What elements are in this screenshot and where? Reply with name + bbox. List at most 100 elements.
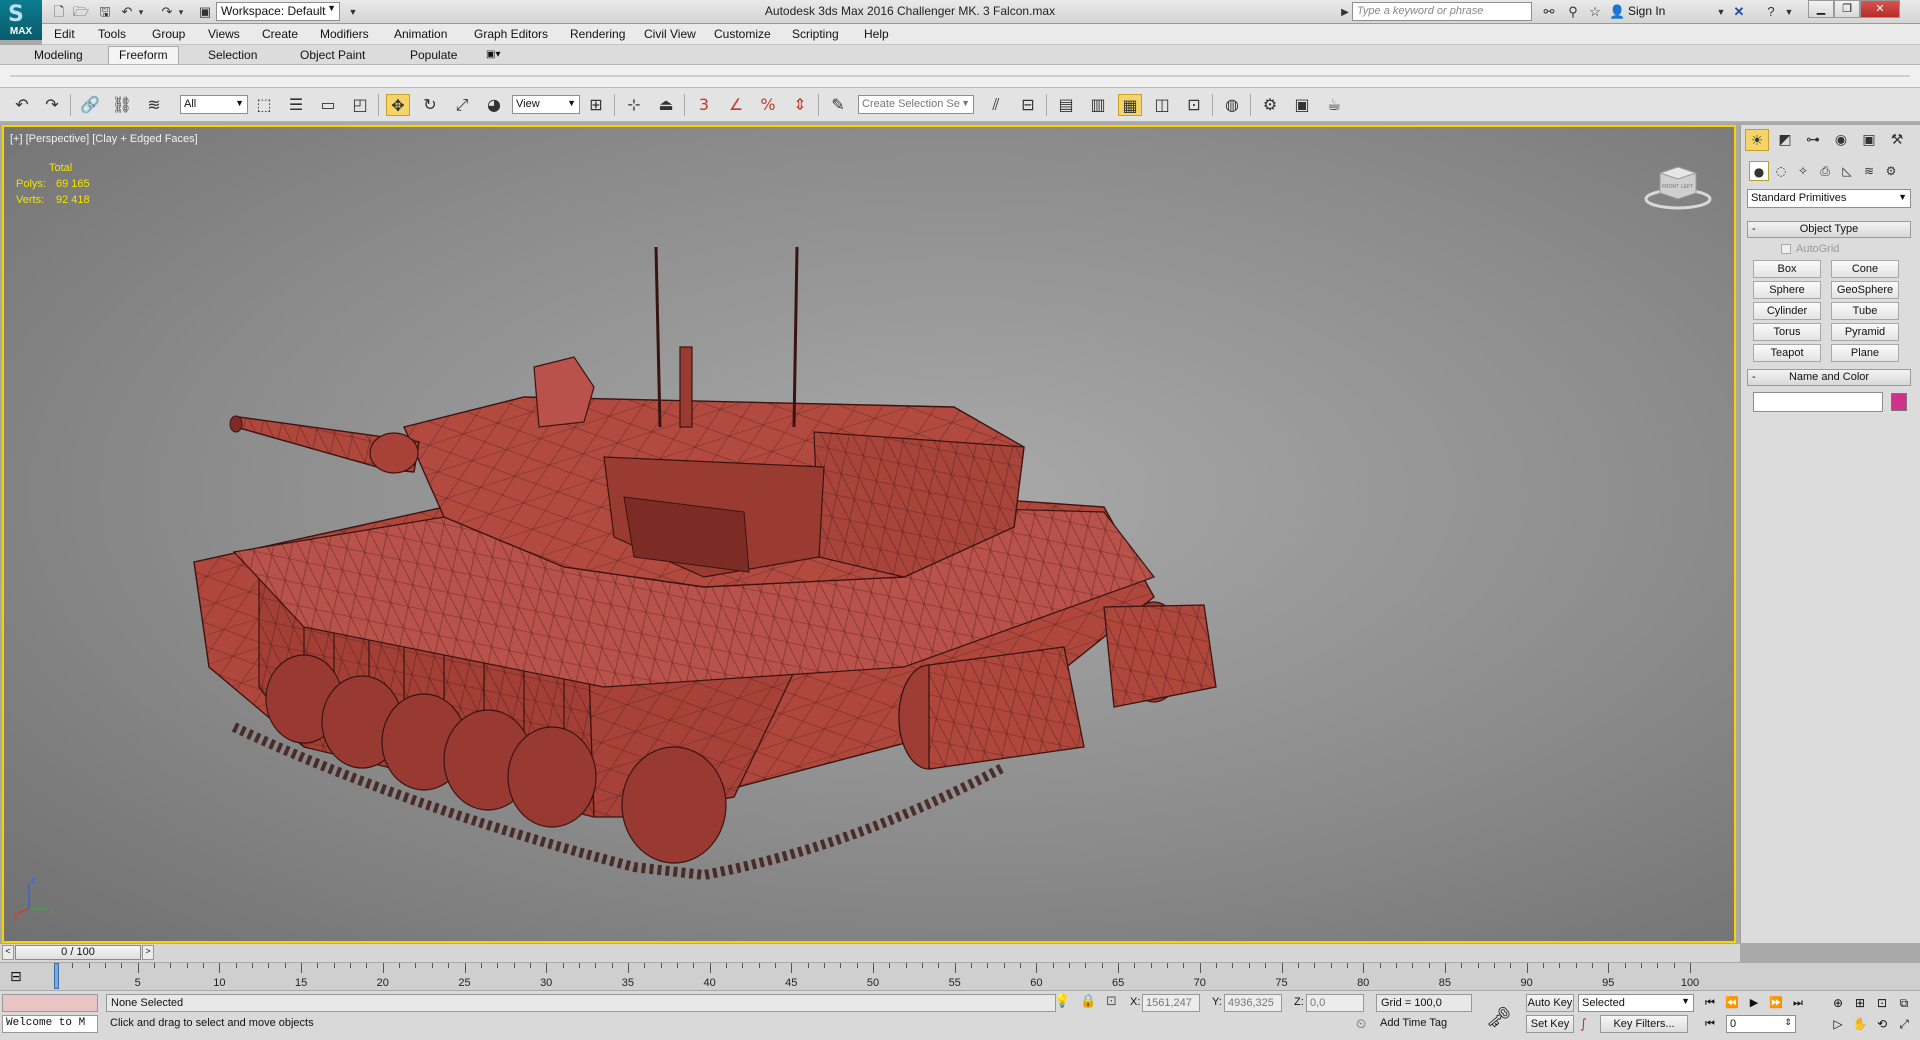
menu-group[interactable]: Group xyxy=(152,27,185,41)
primitive-category-dropdown[interactable]: Standard Primitives ▼ xyxy=(1747,189,1911,208)
menu-rendering[interactable]: Rendering xyxy=(570,27,625,41)
motion-tab-icon[interactable]: ◉ xyxy=(1829,129,1853,151)
menu-tools[interactable]: Tools xyxy=(98,27,126,41)
keyboard-shortcut-override-icon[interactable]: ⏏ xyxy=(654,94,678,116)
render-setup-icon[interactable]: ⚙ xyxy=(1258,94,1282,116)
mirror-icon[interactable]: ⫽ xyxy=(984,94,1008,116)
project-folder-icon[interactable]: ▣ xyxy=(196,3,214,21)
teapot-button[interactable]: Teapot xyxy=(1753,344,1821,362)
binoculars-icon[interactable]: ⚯ xyxy=(1540,3,1558,21)
space-warps-icon[interactable]: ≋ xyxy=(1859,161,1879,181)
set-keys-key-icon[interactable]: 🗝 xyxy=(1486,1005,1511,1029)
isolate-selection-icon[interactable]: 💡 xyxy=(1054,994,1070,1009)
y-coord-field[interactable]: 4936,325 xyxy=(1224,994,1282,1012)
selection-lock-icon[interactable]: 🔒 xyxy=(1080,994,1096,1009)
default-tangent-icon[interactable]: ∫ xyxy=(1580,1017,1587,1032)
ribbon-options-icon[interactable]: ▣▾ xyxy=(480,47,506,65)
zoom-icon[interactable]: ⊕ xyxy=(1828,994,1848,1012)
selection-filter-dropdown[interactable]: All ▼ xyxy=(180,95,248,114)
set-key-button[interactable]: Set Key xyxy=(1526,1015,1574,1033)
pivot-point-center-icon[interactable]: ⊞ xyxy=(584,94,608,116)
cylinder-button[interactable]: Cylinder xyxy=(1753,302,1821,320)
select-object-icon[interactable]: ⬚ xyxy=(252,94,276,116)
select-and-scale-icon[interactable]: ⤢ xyxy=(450,94,474,116)
systems-gear-icon[interactable]: ⚙ xyxy=(1881,161,1901,181)
toggle-ribbon-icon[interactable]: ▦ xyxy=(1118,94,1142,116)
open-file-icon[interactable]: 🗁 xyxy=(72,3,90,21)
percent-snap-icon[interactable]: % xyxy=(756,94,780,116)
lights-icon[interactable]: ✧ xyxy=(1793,161,1813,181)
bind-to-space-warp-icon[interactable]: ≋ xyxy=(142,94,166,116)
align-icon[interactable]: ⊟ xyxy=(1016,94,1040,116)
sphere-button[interactable]: Sphere xyxy=(1753,281,1821,299)
tank-model[interactable] xyxy=(4,127,1734,941)
select-and-move-icon[interactable]: ✥ xyxy=(386,94,410,116)
tab-modeling[interactable]: Modeling xyxy=(24,47,93,65)
zoom-extents-all-icon[interactable]: ⧉ xyxy=(1894,994,1914,1012)
rendered-frame-window-icon[interactable]: ▣ xyxy=(1290,94,1314,116)
select-and-rotate-icon[interactable]: ↻ xyxy=(418,94,442,116)
menu-create[interactable]: Create xyxy=(262,27,298,41)
window-crossing-icon[interactable]: ◰ xyxy=(348,94,372,116)
previous-frame-icon[interactable]: ⏪ xyxy=(1722,994,1742,1012)
save-file-icon[interactable]: 🖫 xyxy=(96,3,114,21)
menu-customize[interactable]: Customize xyxy=(714,27,771,41)
modify-tab-icon[interactable]: ◩ xyxy=(1773,129,1797,151)
tab-freeform[interactable]: Freeform xyxy=(108,46,179,64)
search-input[interactable]: Type a keyword or phrase xyxy=(1352,2,1532,21)
display-tab-icon[interactable]: ▣ xyxy=(1857,129,1881,151)
tube-button[interactable]: Tube xyxy=(1831,302,1899,320)
geosphere-button[interactable]: GeoSphere xyxy=(1831,281,1899,299)
user-icon[interactable]: 👤 xyxy=(1608,3,1626,21)
unlink-selection-icon[interactable]: ⛓ xyxy=(110,94,134,116)
menu-animation[interactable]: Animation xyxy=(394,27,447,41)
menu-scripting[interactable]: Scripting xyxy=(792,27,839,41)
utilities-tab-hammer-icon[interactable]: ⚒ xyxy=(1885,129,1909,151)
plane-button[interactable]: Plane xyxy=(1831,344,1899,362)
app-logo-button[interactable]: S MAX xyxy=(0,0,42,40)
viewcube-icon[interactable]: FRONT LEFT xyxy=(1638,161,1718,211)
edit-named-selection-icon[interactable]: ✎ xyxy=(826,94,850,116)
go-to-start-icon[interactable]: ⏮ xyxy=(1700,994,1720,1012)
menu-views[interactable]: Views xyxy=(208,27,240,41)
tab-populate[interactable]: Populate xyxy=(400,47,467,65)
snaps-toggle-icon[interactable]: 3 xyxy=(692,94,716,116)
render-production-icon[interactable]: ☕ xyxy=(1322,94,1346,116)
time-slider-thumb[interactable]: 0 / 100 xyxy=(15,945,141,960)
exchange-apps-icon[interactable]: ✕ xyxy=(1730,3,1748,21)
spinner-snap-icon[interactable]: ⇕ xyxy=(788,94,812,116)
named-selection-set-dropdown[interactable]: Create Selection Se ▼ xyxy=(858,95,974,114)
menu-modifiers[interactable]: Modifiers xyxy=(320,27,369,41)
new-file-icon[interactable]: 🗋 xyxy=(50,3,68,21)
go-to-end-icon[interactable]: ⏭ xyxy=(1788,994,1808,1012)
redo-dropdown-icon[interactable]: ▾ xyxy=(172,3,190,21)
autogrid-checkbox[interactable]: AutoGrid xyxy=(1781,243,1839,255)
mini-curve-editor-icon[interactable]: ⊟ xyxy=(10,969,22,985)
field-of-view-icon[interactable]: ▷ xyxy=(1828,1015,1848,1033)
key-filters-button[interactable]: Key Filters... xyxy=(1600,1015,1688,1033)
layer-explorer-icon[interactable]: ▥ xyxy=(1086,94,1110,116)
help-dropdown-icon[interactable]: ▼ xyxy=(1780,3,1798,21)
geometry-sphere-icon[interactable]: ● xyxy=(1749,161,1769,181)
box-button[interactable]: Box xyxy=(1753,260,1821,278)
next-frame-icon[interactable]: ⏩ xyxy=(1766,994,1786,1012)
absolute-mode-transform-icon[interactable]: ⊡ xyxy=(1106,994,1117,1009)
current-frame-field[interactable]: 0 ⇕ xyxy=(1726,1015,1796,1033)
angle-snap-icon[interactable]: ∠ xyxy=(724,94,748,116)
help-icon[interactable]: ? xyxy=(1762,3,1780,21)
redo-icon[interactable]: ↷ xyxy=(40,94,64,116)
select-manipulate-icon[interactable]: ⊹ xyxy=(622,94,646,116)
hierarchy-tab-icon[interactable]: ⊶ xyxy=(1801,129,1825,151)
menu-edit[interactable]: Edit xyxy=(54,27,75,41)
sign-in-dropdown-icon[interactable]: ▼ xyxy=(1712,3,1730,21)
select-by-name-icon[interactable]: ☰ xyxy=(284,94,308,116)
pan-view-hand-icon[interactable]: ✋ xyxy=(1850,1015,1870,1033)
sign-in-link[interactable]: Sign In xyxy=(1628,4,1665,18)
communication-center-icon[interactable]: ⚲ xyxy=(1564,3,1582,21)
maximize-button[interactable]: ❐ xyxy=(1834,0,1860,18)
create-tab-sun-icon[interactable]: ☀ xyxy=(1745,129,1769,151)
object-type-rollout-header[interactable]: - Object Type xyxy=(1747,221,1911,238)
menu-graph-editors[interactable]: Graph Editors xyxy=(474,27,548,41)
viewport-label-menu[interactable]: [+] [Perspective] [Clay + Edged Faces] xyxy=(10,133,198,145)
maxscript-mini-listener[interactable]: Welcome to M xyxy=(2,1015,98,1033)
